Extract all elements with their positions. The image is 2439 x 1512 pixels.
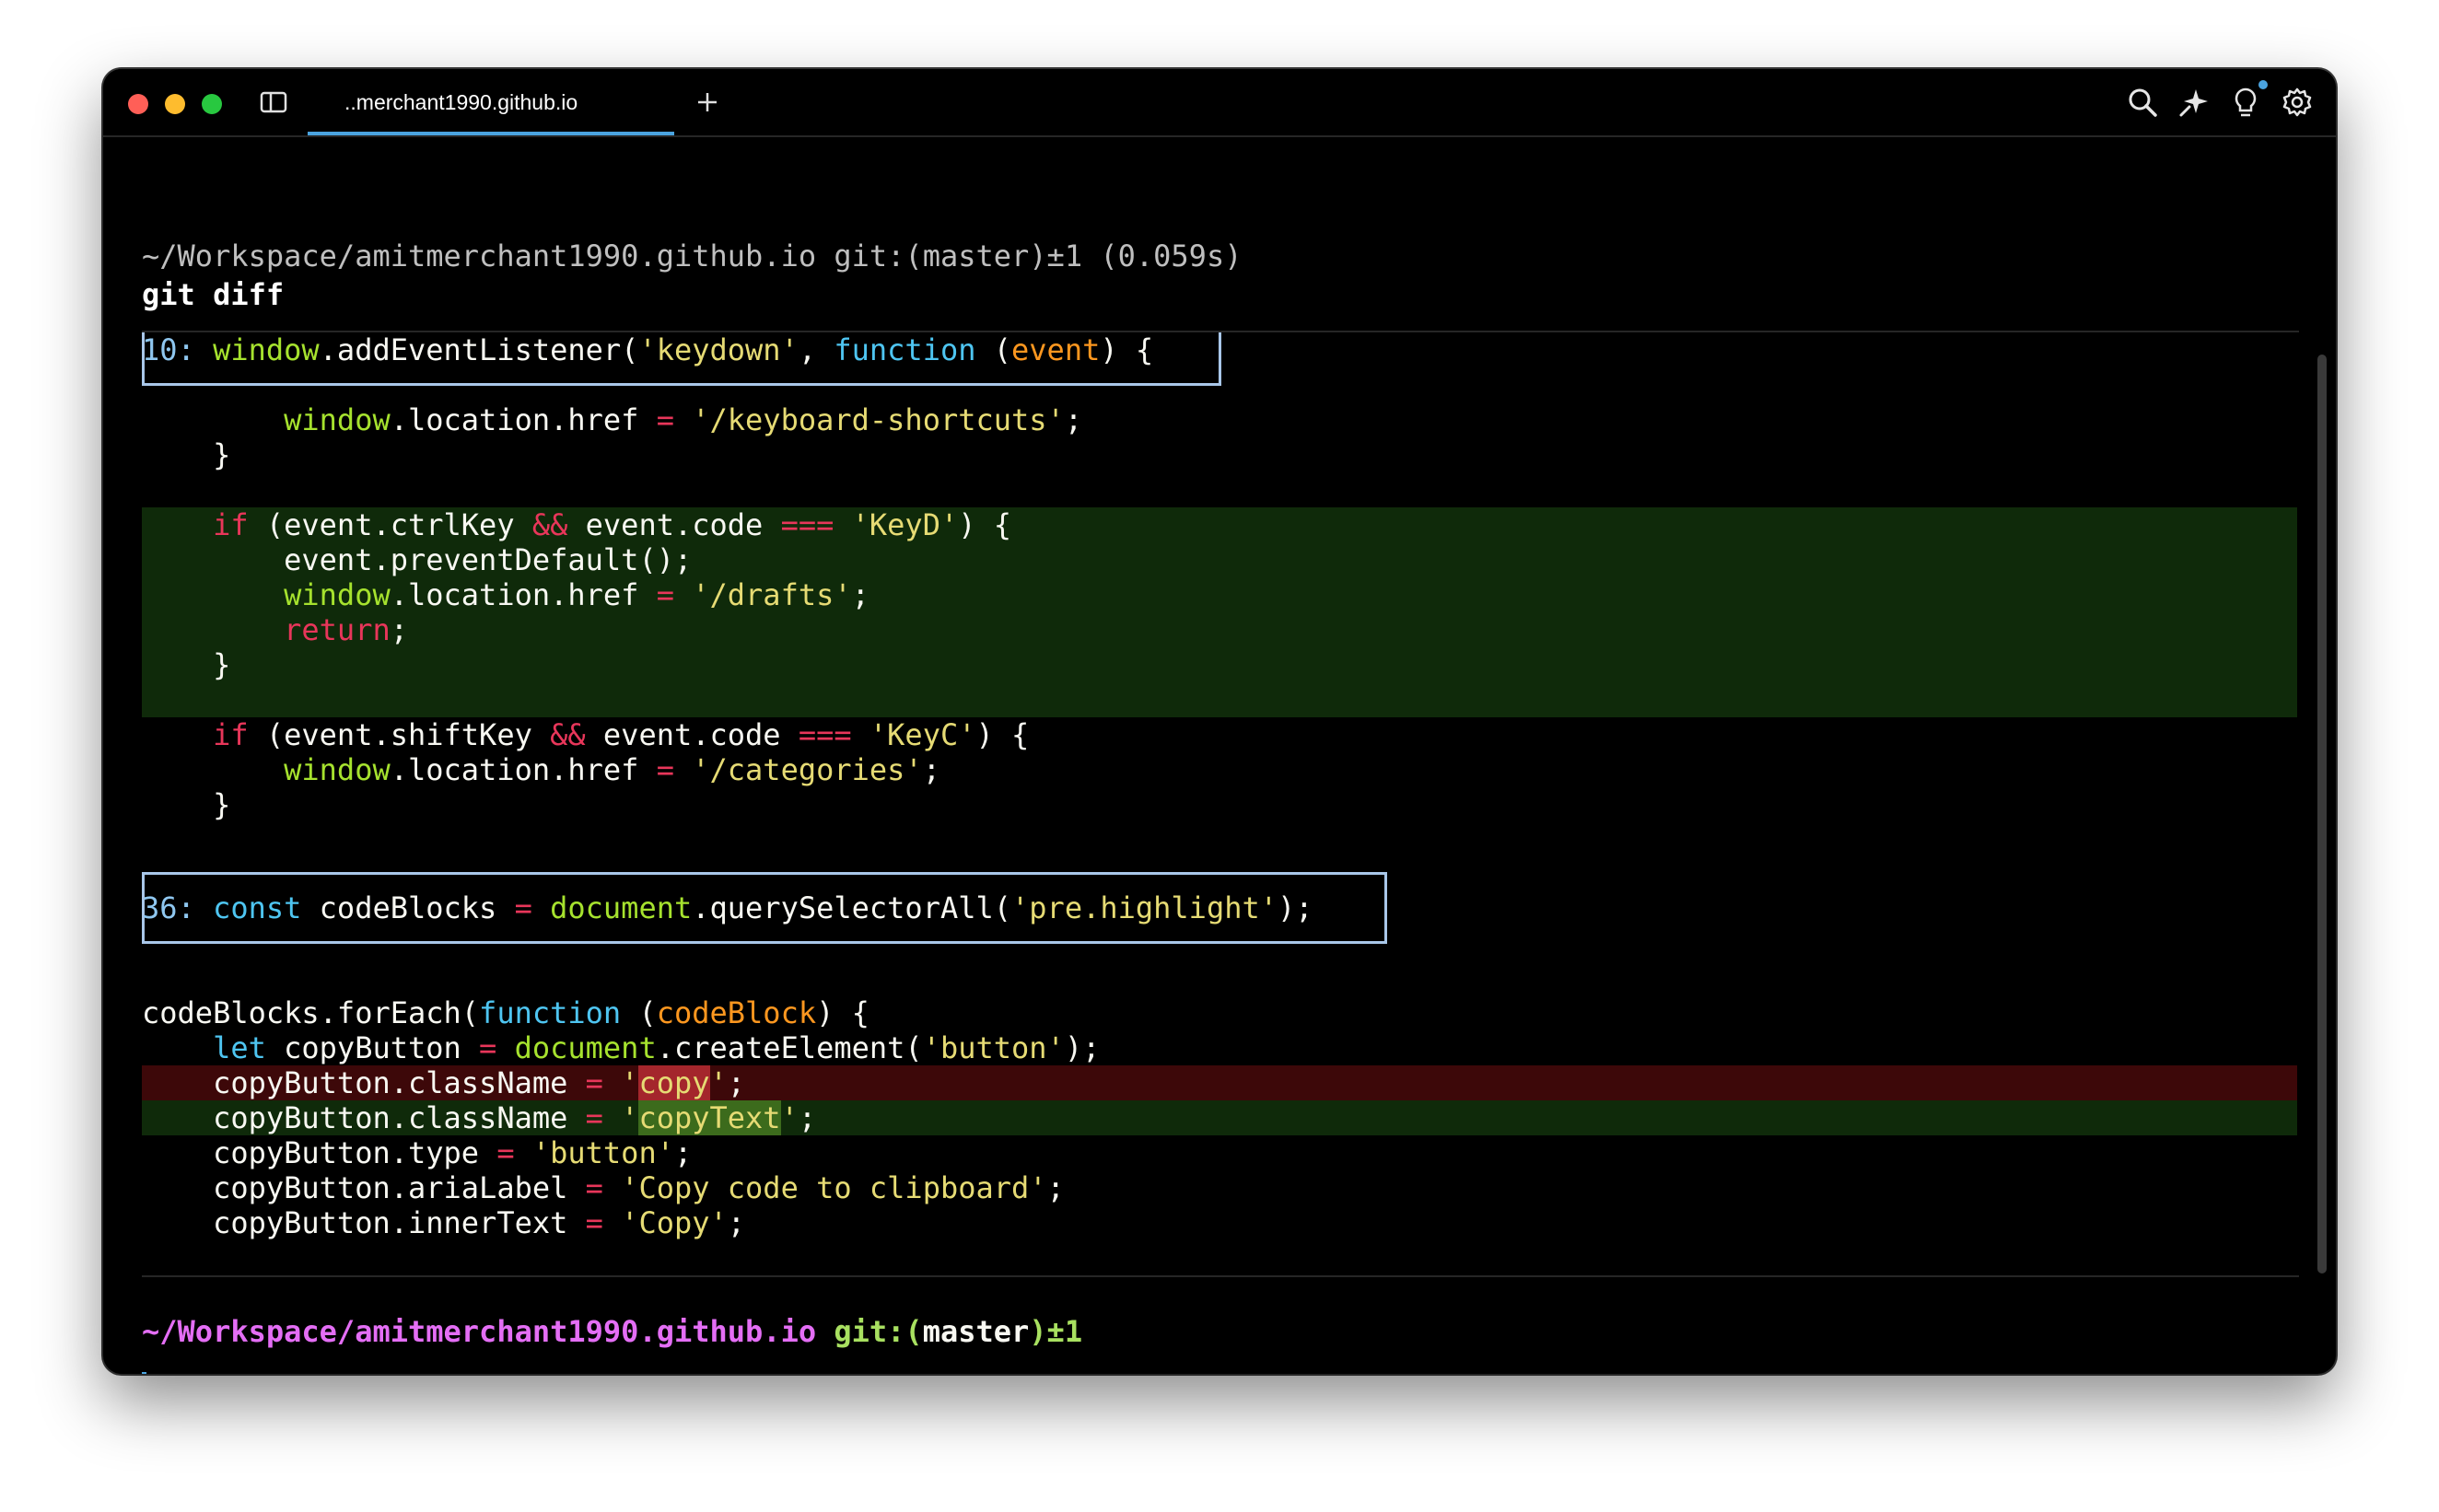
added-line: copyButton.className = 'copyText'; [142, 1100, 817, 1135]
added-line: return; [284, 612, 408, 647]
zoom-window-button[interactable] [202, 94, 222, 114]
added-line: window.location.href = '/drafts'; [284, 577, 869, 612]
plus-icon[interactable] [693, 87, 722, 117]
current-prompt: ~/Workspace/amitmerchant1990.github.io g… [142, 1314, 1083, 1349]
sidebar-panel-icon[interactable] [260, 89, 289, 115]
close-window-button[interactable] [128, 94, 148, 114]
ai-sparkle-icon[interactable] [2177, 86, 2211, 119]
scrollbar-thumb[interactable] [2317, 355, 2327, 1274]
diff-line: if (event.shiftKey && event.code === 'Ke… [213, 717, 1030, 752]
removed-line: copyButton.className = 'copy'; [142, 1065, 746, 1100]
notification-dot [2258, 80, 2268, 89]
gear-icon[interactable] [2281, 86, 2314, 119]
tab-active[interactable]: ..merchant1990.github.io [308, 69, 674, 135]
diff-line: let copyButton = document.createElement(… [213, 1030, 1101, 1065]
hunk-2-header: 36: const codeBlocks = document.querySel… [142, 890, 1313, 925]
added-line: if (event.ctrlKey && event.code === 'Key… [213, 507, 1012, 542]
minimize-window-button[interactable] [165, 94, 185, 114]
tab-title: ..merchant1990.github.io [344, 90, 578, 114]
lightbulb-icon[interactable] [2229, 86, 2262, 119]
terminal-content[interactable]: ~/Workspace/amitmerchant1990.github.io g… [103, 135, 2336, 1374]
block-divider [142, 1275, 2299, 1277]
added-line: } [142, 647, 231, 682]
diff-line: window.location.href = '/categories'; [284, 752, 940, 787]
added-line: event.preventDefault(); [142, 542, 693, 577]
title-bar: ..merchant1990.github.io [103, 69, 2336, 137]
diff-line: codeBlocks.forEach(function (codeBlock) … [142, 995, 869, 1030]
previous-prompt: ~/Workspace/amitmerchant1990.github.io g… [142, 238, 1243, 273]
command-text: git diff [142, 277, 285, 312]
diff-line: } [142, 437, 231, 472]
terminal-window: ..merchant1990.github.io ~/Workspace/ami… [103, 69, 2336, 1374]
diff-line: window.location.href = '/keyboard-shortc… [284, 402, 1083, 437]
diff-line: copyButton.ariaLabel = 'Copy code to cli… [142, 1170, 1065, 1205]
diff-line: copyButton.innerText = 'Copy'; [142, 1205, 746, 1240]
diff-line: } [142, 787, 231, 822]
input-cursor[interactable] [142, 1372, 146, 1374]
hunk-1-header: 10: window.addEventListener('keydown', f… [142, 332, 1154, 367]
diff-line: copyButton.type = 'button'; [142, 1135, 693, 1170]
search-icon[interactable] [2126, 86, 2159, 119]
